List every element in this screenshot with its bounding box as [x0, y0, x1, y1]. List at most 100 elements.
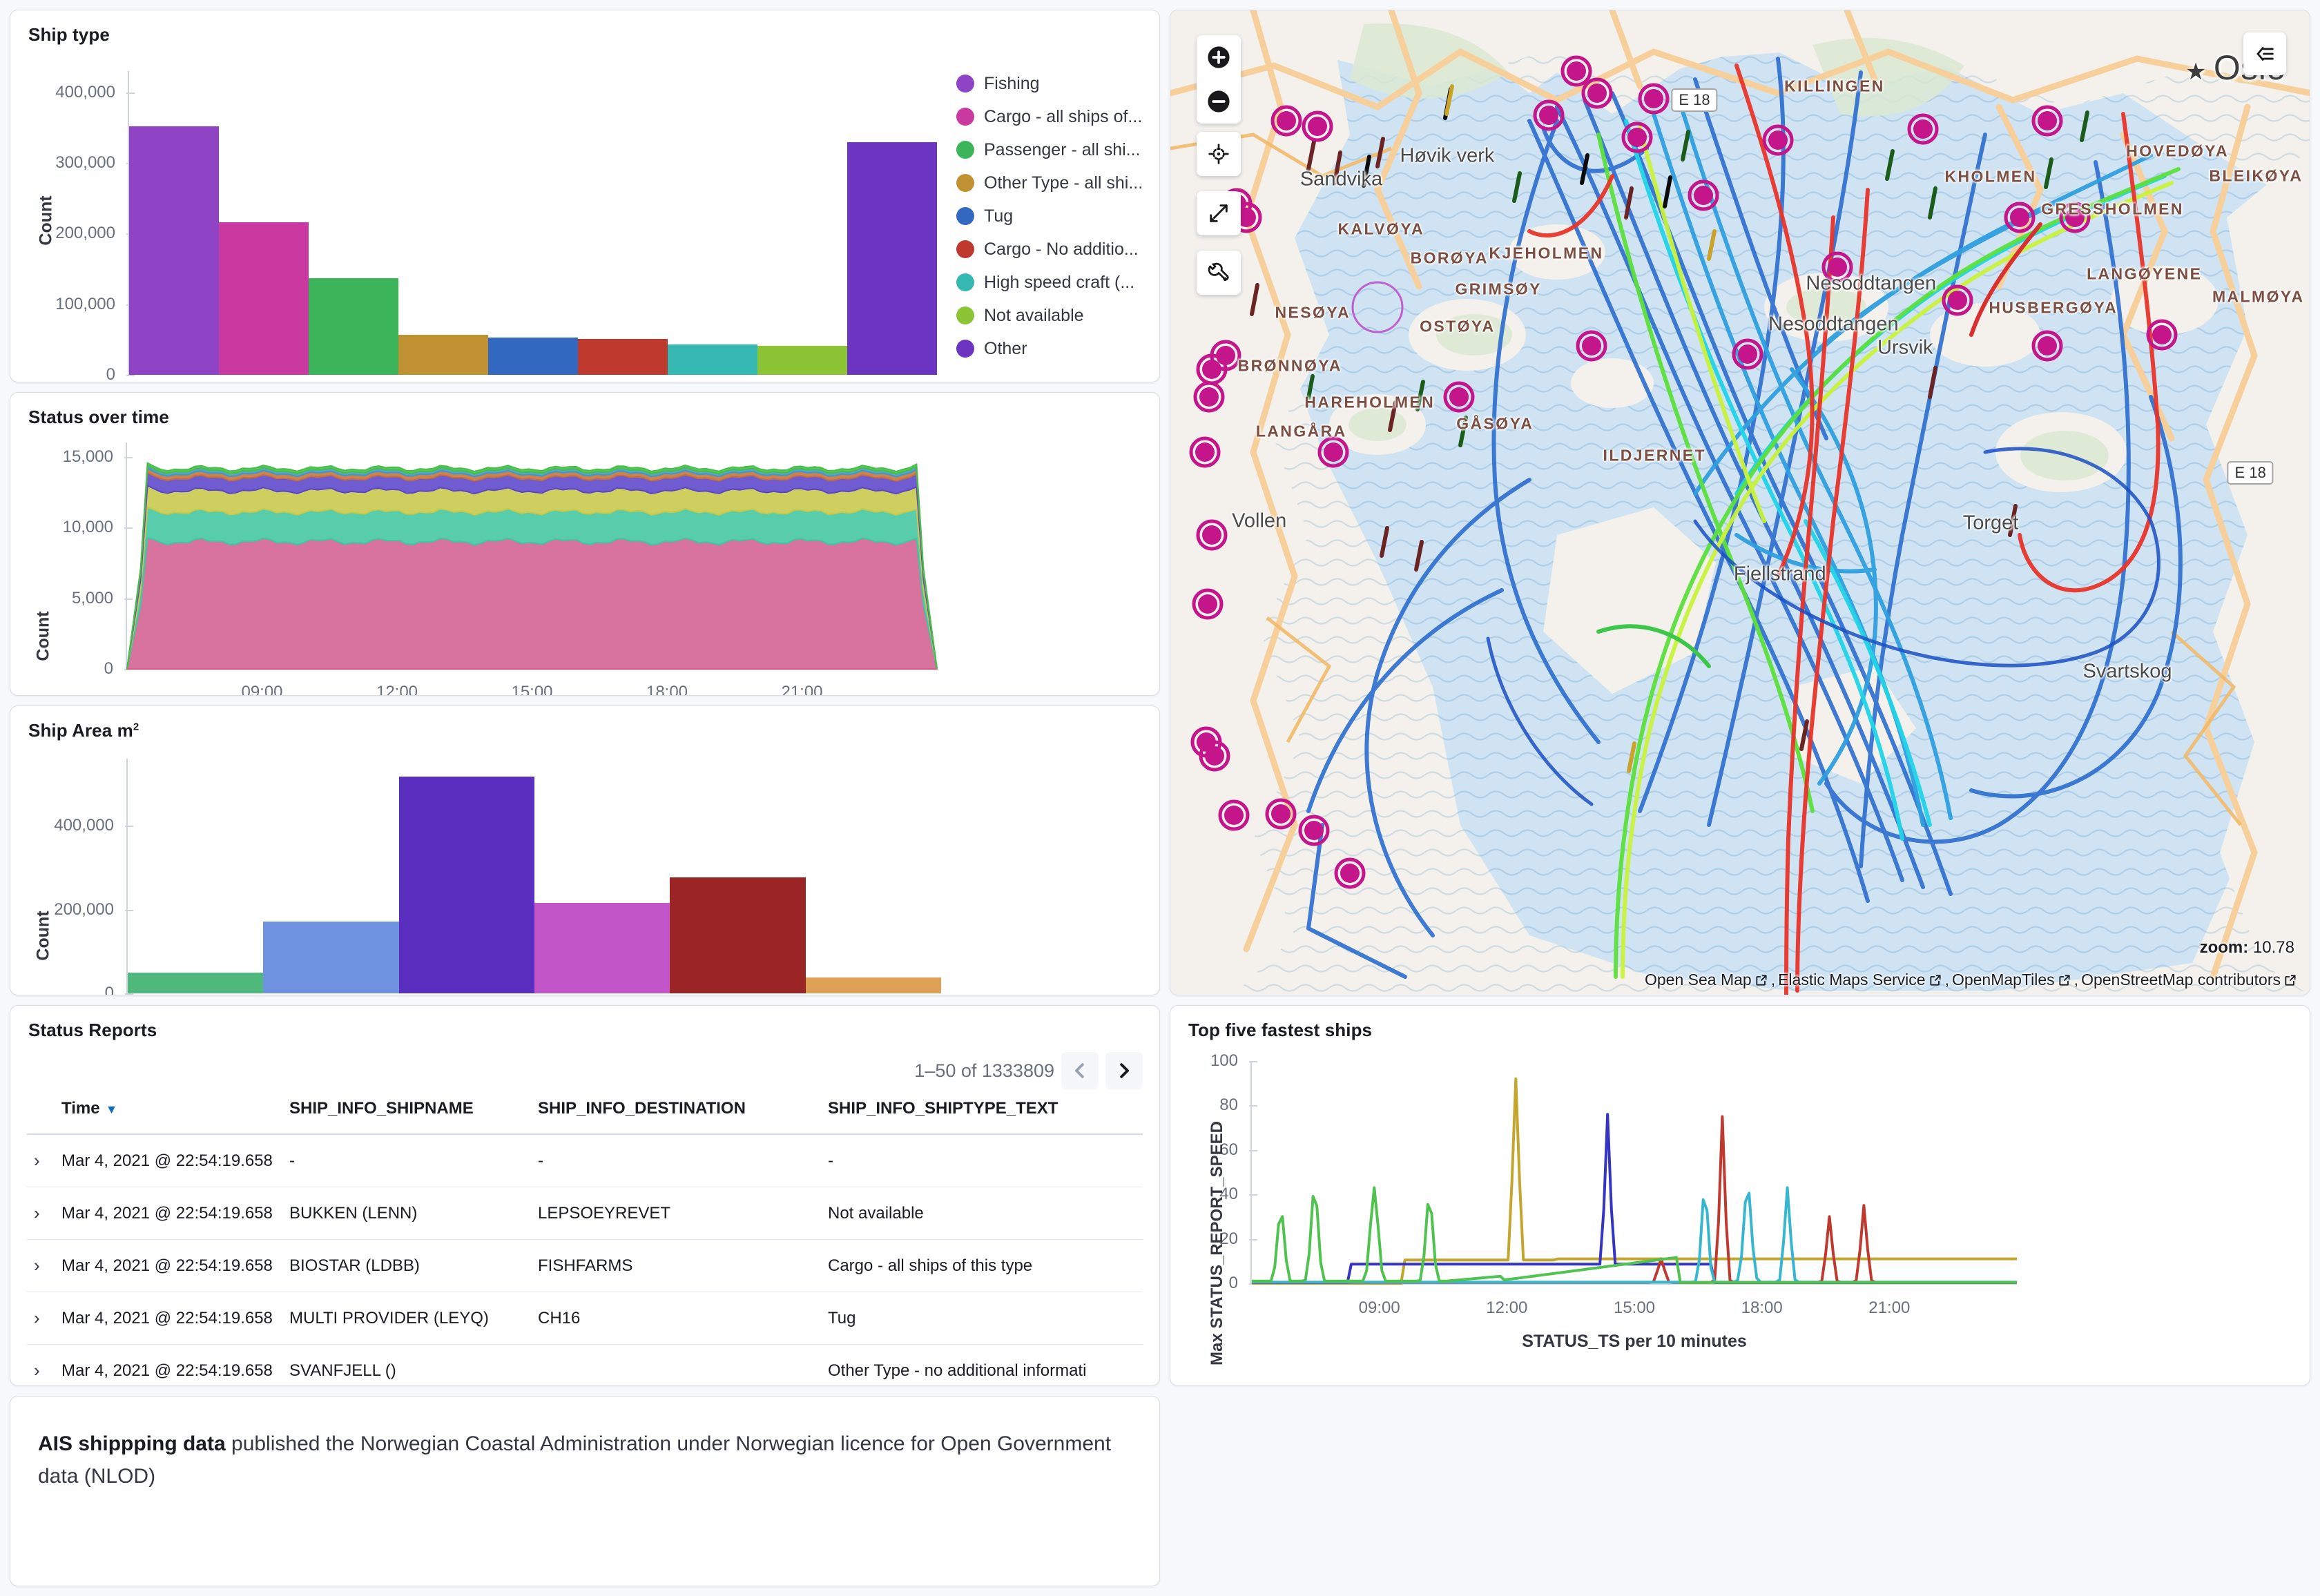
- x-axis-tick: 18:00: [646, 683, 688, 696]
- cell-time: Mar 4, 2021 @ 22:54:19.658: [55, 1344, 282, 1385]
- pagination-next-button[interactable]: [1105, 1052, 1143, 1089]
- legend-item[interactable]: Passenger - all shi...: [956, 133, 1159, 166]
- attribution-link[interactable]: OpenStreetMap contributors: [2081, 971, 2281, 989]
- area-series[interactable]: [126, 536, 938, 670]
- legend-item[interactable]: Cargo - all ships of...: [956, 100, 1159, 133]
- map-zoom-readout: zoom: 10.78: [2200, 938, 2294, 957]
- pagination-prev-button[interactable]: [1061, 1052, 1099, 1089]
- ship-type-chart: 0 100,000 200,000 300,000 400,000 Count Fish…: [10, 10, 1159, 382]
- cell-shipname: -: [282, 1134, 531, 1187]
- table-header-expand: [27, 1089, 55, 1135]
- bar[interactable]: [488, 337, 578, 375]
- fullscreen-button[interactable]: [1197, 191, 1241, 235]
- bar[interactable]: [578, 338, 668, 375]
- bar[interactable]: [670, 877, 806, 993]
- bar[interactable]: [757, 346, 847, 375]
- bar[interactable]: [263, 921, 399, 993]
- chevron-right-icon[interactable]: ›: [34, 1203, 55, 1224]
- table-header-destination[interactable]: SHIP_INFO_DESTINATION: [531, 1089, 821, 1135]
- table-row[interactable]: › Mar 4, 2021 @ 22:54:19.658 BUKKEN (LENN)…: [27, 1187, 1143, 1240]
- legend-item-label: Not available: [984, 305, 1084, 325]
- panel-status-over-time: Status over time 0 5,000 10,000 15,000 09:00…: [10, 392, 1160, 696]
- cell-time: Mar 4, 2021 @ 22:54:19.658: [55, 1187, 282, 1240]
- table-row[interactable]: › Mar 4, 2021 @ 22:54:19.658 BIOSTAR (LDBB…: [27, 1239, 1143, 1292]
- legend-item-label: Other Type - all shi...: [984, 173, 1143, 193]
- map-fit-control[interactable]: [1197, 132, 1241, 176]
- bar[interactable]: [534, 903, 670, 993]
- cell-destination: [531, 1344, 821, 1385]
- bar[interactable]: [219, 222, 309, 375]
- y-axis-tick: 0: [104, 984, 114, 995]
- map-canvas[interactable]: ★ OsloSandvikaHøvik verkNesoddtangenNeso…: [1170, 10, 2310, 995]
- table-header-shiptype[interactable]: SHIP_INFO_SHIPTYPE_TEXT: [821, 1089, 1143, 1135]
- table-header-shipname[interactable]: SHIP_INFO_SHIPNAME: [282, 1089, 531, 1135]
- x-axis-tick: 15:00: [1613, 1298, 1656, 1317]
- y-axis-tick: 40: [1219, 1185, 1238, 1204]
- legend-item[interactable]: Fishing: [956, 67, 1159, 100]
- bar[interactable]: [398, 334, 488, 375]
- legend-color-dot: [956, 174, 974, 192]
- cell-shipname: BIOSTAR (LDBB): [282, 1239, 531, 1292]
- chevron-right-icon[interactable]: ›: [34, 1255, 55, 1276]
- bar[interactable]: [129, 126, 219, 375]
- cell-shiptype: -: [821, 1134, 1143, 1187]
- external-link-icon: [2058, 971, 2071, 989]
- map-zoom-controls[interactable]: [1197, 35, 1241, 124]
- legend-item[interactable]: High speed craft (...: [956, 266, 1159, 299]
- attribution-link[interactable]: Open Sea Map: [1645, 971, 1752, 989]
- row-expand-toggle[interactable]: ›: [27, 1239, 55, 1292]
- legend-item[interactable]: Other Type - all shi...: [956, 166, 1159, 200]
- table-row[interactable]: › Mar 4, 2021 @ 22:54:19.658 SVANFJELL () O…: [27, 1344, 1143, 1385]
- attribution-link[interactable]: OpenMapTiles: [1952, 971, 2055, 989]
- table-header-time[interactable]: Time ▼: [55, 1089, 282, 1135]
- panel-map[interactable]: ★ OsloSandvikaHøvik verkNesoddtangenNeso…: [1170, 10, 2310, 995]
- bar[interactable]: [309, 278, 398, 375]
- legend-item[interactable]: Tug: [956, 200, 1159, 233]
- map-attribution[interactable]: Open Sea Map, Elastic Maps Service, OpenMa…: [1645, 971, 2297, 989]
- y-axis-tick: 400,000: [55, 82, 115, 101]
- bar[interactable]: [128, 972, 264, 993]
- legend-item[interactable]: Not available: [956, 299, 1159, 332]
- map-zoom-label: zoom:: [2199, 938, 2249, 957]
- map-fullscreen-control[interactable]: [1197, 191, 1241, 235]
- line-series[interactable]: [1252, 1077, 2017, 1285]
- map-tools-button[interactable]: [1197, 251, 1241, 295]
- bar[interactable]: [805, 977, 941, 993]
- table-row[interactable]: › Mar 4, 2021 @ 22:54:19.658- - -: [27, 1134, 1143, 1187]
- attribution-link[interactable]: Elastic Maps Service: [1778, 971, 1925, 989]
- chevron-right-icon[interactable]: ›: [34, 1307, 55, 1329]
- row-expand-toggle[interactable]: ›: [27, 1344, 55, 1385]
- cell-shiptype: Other Type - no additional informati: [821, 1344, 1143, 1385]
- cell-shiptype: Not available: [821, 1187, 1143, 1240]
- y-axis-tick: 300,000: [55, 153, 115, 173]
- table-row[interactable]: › Mar 4, 2021 @ 22:54:19.658 MULTI PROVIDE…: [27, 1292, 1143, 1345]
- y-axis-tick: 100: [1210, 1051, 1238, 1070]
- ship-area-y-axis-label: Count: [33, 911, 53, 961]
- zoom-out-button[interactable]: [1197, 79, 1241, 124]
- zoom-in-button[interactable]: [1197, 35, 1241, 79]
- map-tools-control[interactable]: [1197, 251, 1241, 295]
- legend-item[interactable]: Cargo - No additio...: [956, 233, 1159, 266]
- chevron-right-icon[interactable]: ›: [34, 1150, 55, 1171]
- attribution-separator: ,: [1944, 971, 1949, 989]
- legend-item[interactable]: Other: [956, 332, 1159, 365]
- ship-area-bars: [128, 759, 941, 993]
- fit-bounds-button[interactable]: [1197, 132, 1241, 176]
- x-axis-tick: 12:00: [376, 683, 418, 696]
- x-axis-tick: 09:00: [241, 683, 283, 696]
- cell-time: Mar 4, 2021 @ 22:54:19.658: [55, 1292, 282, 1345]
- x-axis-tick: 21:00: [781, 683, 823, 696]
- bar[interactable]: [668, 344, 757, 375]
- row-expand-toggle[interactable]: ›: [27, 1292, 55, 1345]
- road-shield-label: E 18: [1671, 88, 1718, 112]
- markdown-text: AIS shippping data published the Norwegi…: [10, 1396, 1159, 1524]
- row-expand-toggle[interactable]: ›: [27, 1134, 55, 1187]
- row-expand-toggle[interactable]: ›: [27, 1187, 55, 1240]
- cell-shiptype: Cargo - all ships of this type: [821, 1239, 1143, 1292]
- line-series[interactable]: [1252, 1186, 2017, 1284]
- bar[interactable]: [398, 776, 534, 993]
- chevron-right-icon[interactable]: ›: [34, 1360, 55, 1381]
- bar[interactable]: [847, 142, 937, 375]
- collapse-panel-icon[interactable]: [2243, 32, 2286, 75]
- x-axis-tick: 18:00: [1741, 1298, 1783, 1317]
